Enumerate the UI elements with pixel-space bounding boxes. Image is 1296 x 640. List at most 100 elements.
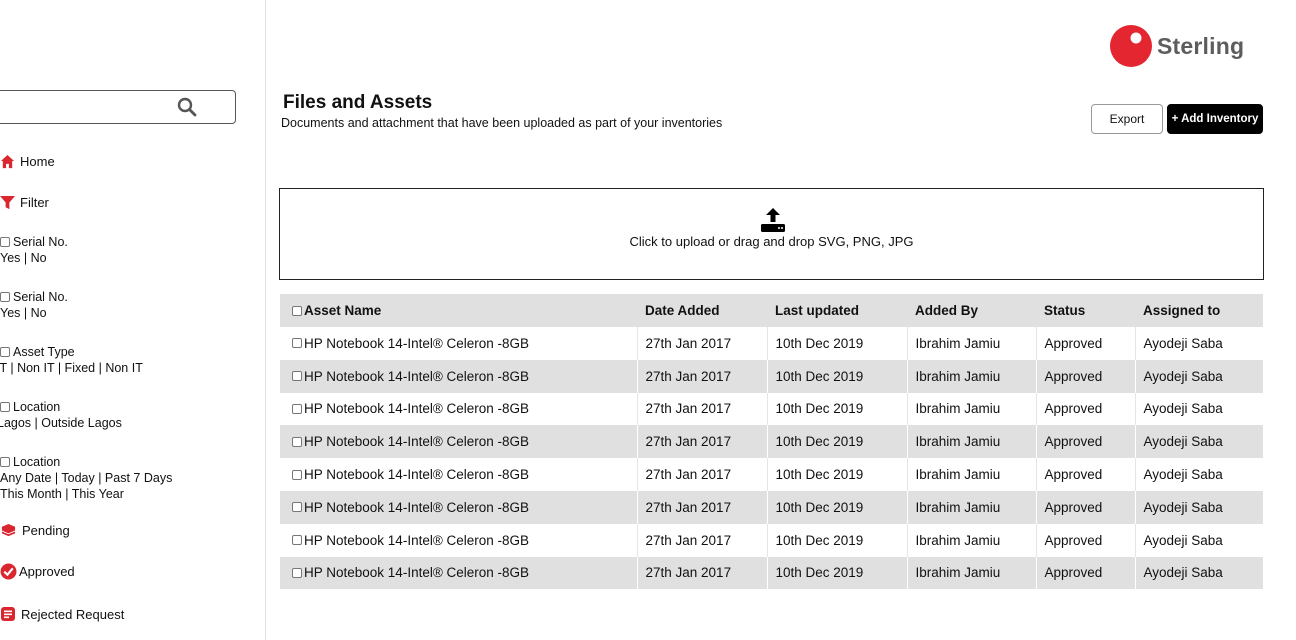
filter-checkbox[interactable]	[0, 237, 10, 247]
sidebar-item-approved[interactable]: Approved	[0, 563, 75, 580]
header-added-by[interactable]: Added By	[907, 294, 1036, 327]
sidebar-item-label: Home	[20, 154, 55, 169]
export-button[interactable]: Export	[1091, 104, 1163, 134]
asset-name: HP Notebook 14-Intel® Celeron -8GB	[304, 434, 530, 450]
sidebar-item-rejected[interactable]: Rejected Request	[0, 606, 124, 622]
last-updated-cell: 10th Dec 2019	[767, 392, 908, 426]
table-row[interactable]: HP Notebook 14-Intel® Celeron -8GB 27th J…	[280, 359, 1263, 393]
asset-name-cell: HP Notebook 14-Intel® Celeron -8GB	[280, 523, 638, 557]
page-subtitle: Documents and attachment that have been …	[281, 116, 723, 130]
page-title: Files and Assets	[283, 92, 433, 113]
last-updated-cell: 10th Dec 2019	[767, 359, 908, 393]
home-icon	[0, 154, 15, 169]
filter-options[interactable]: Yes | No	[0, 250, 68, 266]
filter-checkbox[interactable]	[0, 347, 10, 357]
filter-options[interactable]: Any Date | Today | Past 7 Days	[0, 470, 172, 486]
table-row[interactable]: HP Notebook 14-Intel® Celeron -8GB 27th J…	[280, 392, 1263, 426]
header-last-updated[interactable]: Last updated	[767, 294, 907, 327]
sidebar-item-label: Approved	[19, 564, 75, 579]
sterling-logo-icon	[1110, 25, 1152, 67]
header-label: Asset Name	[304, 303, 382, 318]
asset-name: HP Notebook 14-Intel® Celeron -8GB	[304, 565, 530, 581]
filter-checkbox[interactable]	[0, 402, 10, 412]
header-status[interactable]: Status	[1036, 294, 1135, 327]
status-cell: Approved	[1036, 523, 1136, 557]
brand-logo: Sterling	[1110, 25, 1244, 67]
filter-checkbox[interactable]	[0, 457, 10, 467]
upload-dropzone[interactable]: Click to upload or drag and drop SVG, PN…	[279, 188, 1264, 280]
filter-serial-no-1: Serial No. Yes | No	[0, 234, 68, 266]
row-checkbox[interactable]	[292, 469, 302, 480]
filter-checkbox[interactable]	[0, 292, 10, 302]
filter-asset-type: Asset Type IT | Non IT | Fixed | Non IT	[0, 344, 143, 376]
upload-instructions: Click to upload or drag and drop SVG, PN…	[629, 234, 914, 249]
asset-name: HP Notebook 14-Intel® Celeron -8GB	[304, 368, 530, 384]
added-by-cell: Ibrahim Jamiu	[907, 425, 1037, 459]
row-checkbox[interactable]	[292, 567, 302, 578]
last-updated-cell: 10th Dec 2019	[767, 327, 908, 360]
table-row[interactable]: HP Notebook 14-Intel® Celeron -8GB 27th J…	[280, 523, 1263, 557]
row-checkbox[interactable]	[292, 502, 302, 513]
filter-label: Location	[13, 400, 61, 414]
asset-name: HP Notebook 14-Intel® Celeron -8GB	[304, 401, 530, 417]
assigned-to-cell: Ayodeji Saba	[1135, 458, 1263, 491]
last-updated-cell: 10th Dec 2019	[767, 458, 908, 491]
date-added-cell: 27th Jan 2017	[637, 458, 768, 491]
date-added-cell: 27th Jan 2017	[637, 490, 768, 524]
filter-label: Serial No.	[13, 290, 68, 304]
sidebar-item-pending[interactable]: Pending	[0, 523, 70, 538]
asset-name-cell: HP Notebook 14-Intel® Celeron -8GB	[280, 392, 638, 426]
status-cell: Approved	[1036, 359, 1136, 393]
date-added-cell: 27th Jan 2017	[637, 392, 768, 426]
row-checkbox[interactable]	[292, 436, 302, 447]
search-input[interactable]	[0, 90, 236, 124]
table-row[interactable]: HP Notebook 14-Intel® Celeron -8GB 27th J…	[280, 425, 1263, 459]
status-cell: Approved	[1036, 392, 1136, 426]
asset-name-cell: HP Notebook 14-Intel® Celeron -8GB	[280, 425, 638, 459]
assets-table: Asset Name Date Added Last updated Added…	[280, 294, 1263, 590]
select-all-checkbox[interactable]	[292, 305, 302, 316]
table-row[interactable]: HP Notebook 14-Intel® Celeron -8GB 27th J…	[280, 490, 1263, 524]
asset-name: HP Notebook 14-Intel® Celeron -8GB	[304, 467, 530, 483]
brand-name: Sterling	[1157, 32, 1245, 59]
added-by-cell: Ibrahim Jamiu	[907, 556, 1037, 590]
search-icon[interactable]	[177, 97, 197, 117]
check-circle-icon	[0, 563, 17, 580]
status-cell: Approved	[1036, 327, 1136, 360]
assigned-to-cell: Ayodeji Saba	[1135, 556, 1263, 590]
asset-name-cell: HP Notebook 14-Intel® Celeron -8GB	[280, 490, 638, 524]
assigned-to-cell: Ayodeji Saba	[1135, 490, 1263, 524]
row-checkbox[interactable]	[292, 371, 302, 382]
assigned-to-cell: Ayodeji Saba	[1135, 425, 1263, 459]
filter-serial-no-2: Serial No. Yes | No	[0, 289, 68, 321]
date-added-cell: 27th Jan 2017	[637, 556, 768, 590]
header-date-added[interactable]: Date Added	[637, 294, 767, 327]
asset-name-cell: HP Notebook 14-Intel® Celeron -8GB	[280, 327, 638, 360]
filter-options[interactable]: Yes | No	[0, 305, 68, 321]
header-assigned-to[interactable]: Assigned to	[1135, 294, 1263, 327]
filter-options[interactable]: Lagos | Outside Lagos	[0, 415, 122, 431]
filter-options[interactable]: IT | Non IT | Fixed | Non IT	[0, 360, 143, 376]
assigned-to-cell: Ayodeji Saba	[1135, 392, 1263, 426]
status-cell: Approved	[1036, 490, 1136, 524]
table-row[interactable]: HP Notebook 14-Intel® Celeron -8GB 27th J…	[280, 556, 1263, 590]
row-checkbox[interactable]	[292, 403, 302, 414]
filter-label: Serial No.	[13, 235, 68, 249]
asset-name-cell: HP Notebook 14-Intel® Celeron -8GB	[280, 359, 638, 393]
filter-location-1: Location Lagos | Outside Lagos	[0, 399, 122, 431]
added-by-cell: Ibrahim Jamiu	[907, 523, 1037, 557]
added-by-cell: Ibrahim Jamiu	[907, 490, 1037, 524]
added-by-cell: Ibrahim Jamiu	[907, 458, 1037, 491]
date-added-cell: 27th Jan 2017	[637, 425, 768, 459]
sidebar-item-home[interactable]: Home	[0, 154, 55, 169]
row-checkbox[interactable]	[292, 338, 302, 349]
sidebar-item-filter[interactable]: Filter	[0, 195, 49, 210]
filter-location-2: Location Any Date | Today | Past 7 Days …	[0, 454, 172, 502]
table-row[interactable]: HP Notebook 14-Intel® Celeron -8GB 27th J…	[280, 327, 1263, 360]
add-inventory-button[interactable]: + Add Inventory	[1167, 104, 1263, 134]
filter-options[interactable]: This Month | This Year	[0, 486, 172, 502]
header-asset-name[interactable]: Asset Name	[280, 294, 637, 327]
table-row[interactable]: HP Notebook 14-Intel® Celeron -8GB 27th J…	[280, 458, 1263, 491]
date-added-cell: 27th Jan 2017	[637, 359, 768, 393]
row-checkbox[interactable]	[292, 535, 302, 546]
